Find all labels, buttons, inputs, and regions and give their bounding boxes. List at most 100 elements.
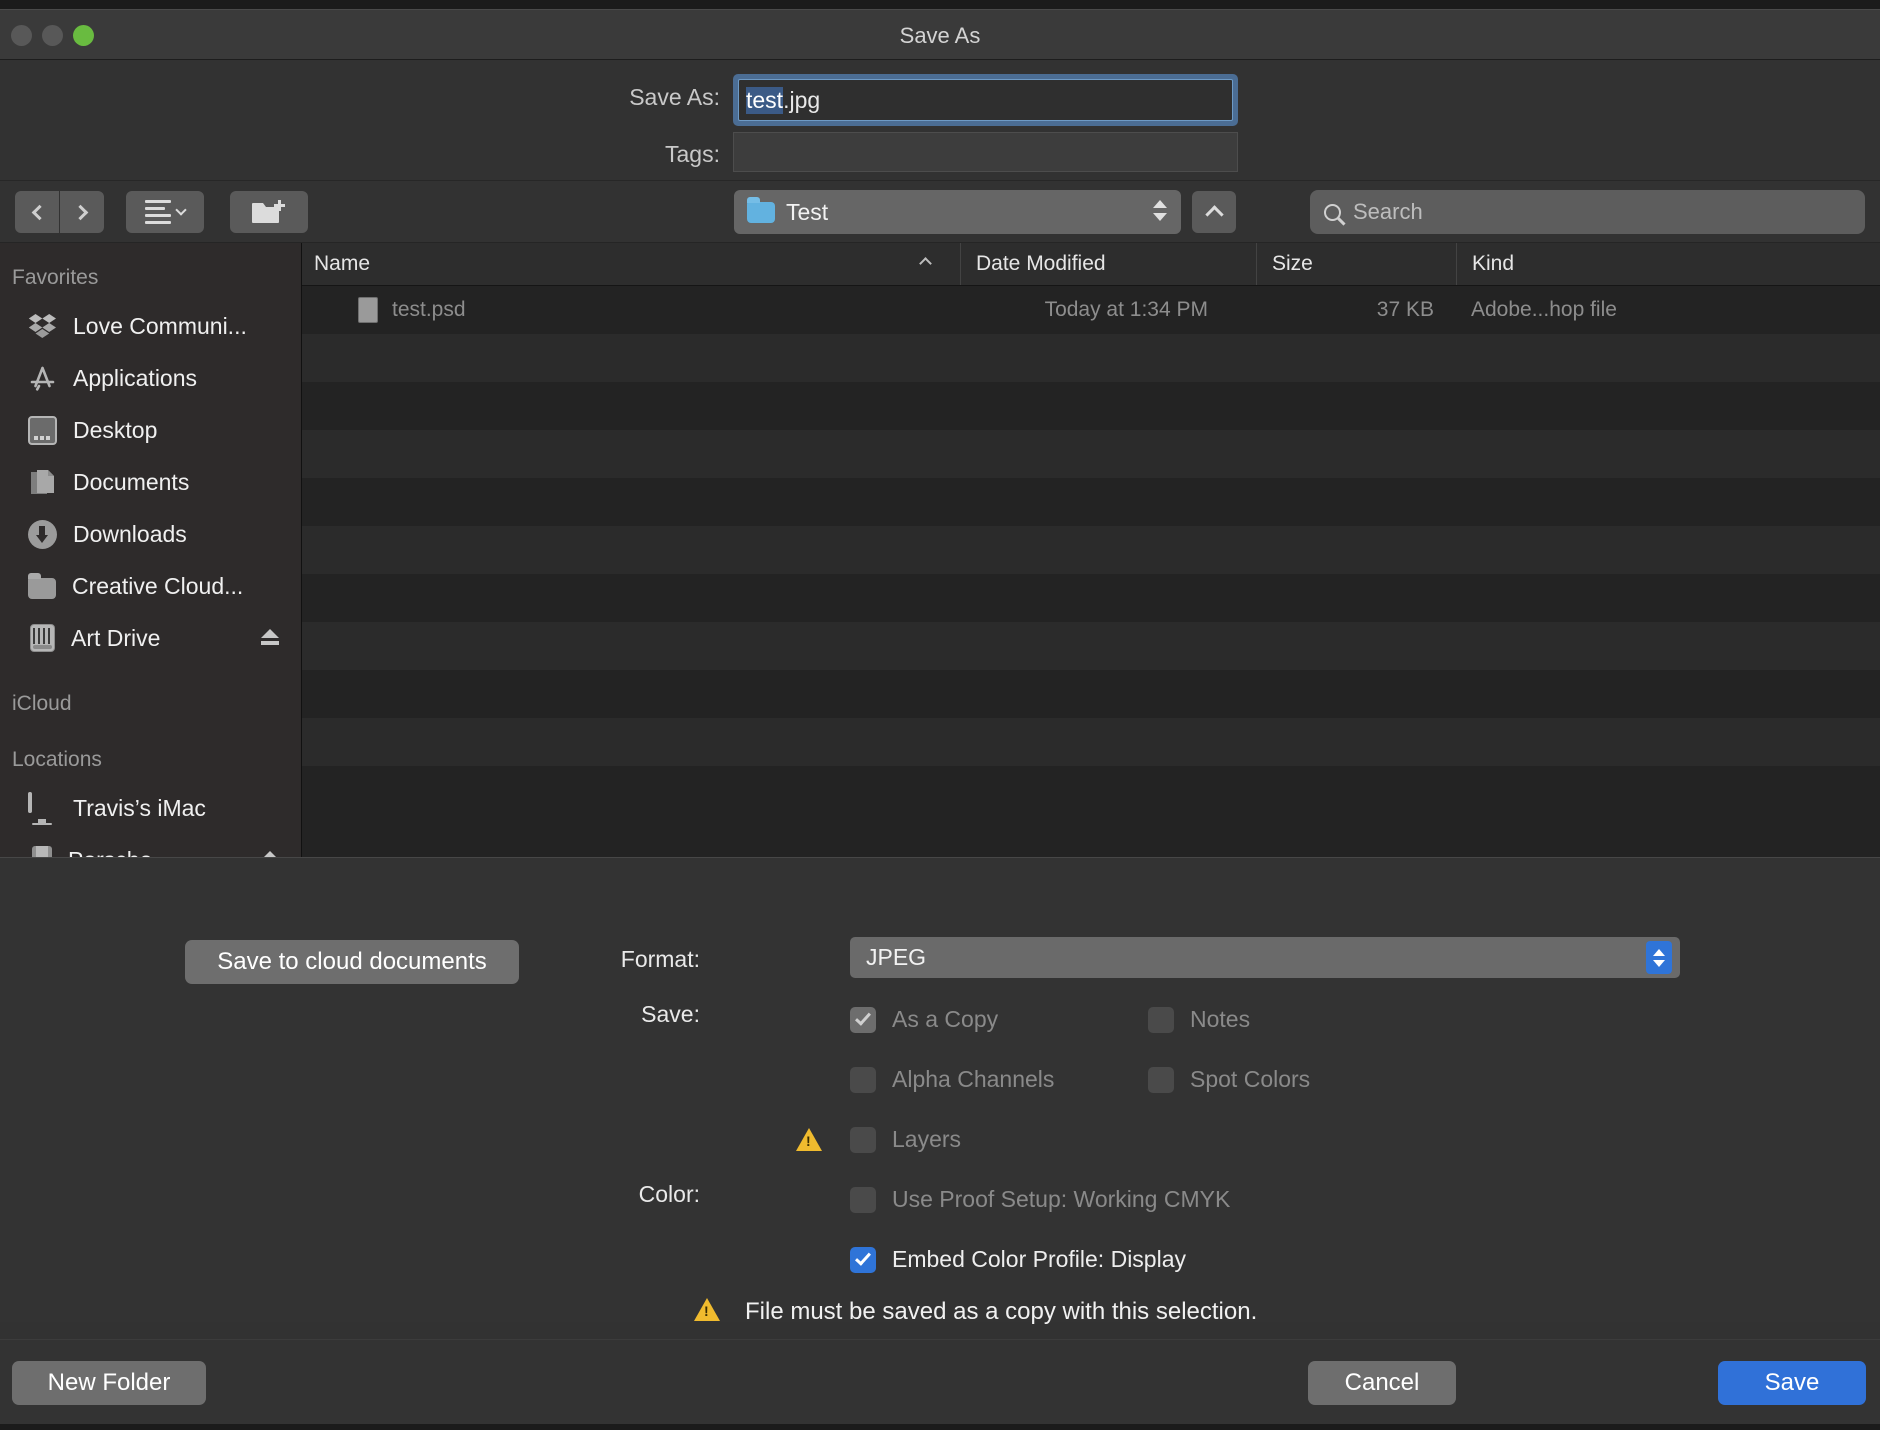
- documents-icon: [28, 468, 57, 497]
- new-folder-toolbar-button[interactable]: [230, 191, 308, 233]
- checkbox-label: Embed Color Profile: Display: [892, 1246, 1187, 1272]
- sidebar-item-downloads[interactable]: Downloads: [0, 508, 301, 560]
- checkbox-box[interactable]: [850, 1006, 876, 1033]
- save-to-cloud-documents-button[interactable]: Save to cloud documents: [185, 940, 519, 984]
- app-store-icon: [28, 364, 57, 393]
- sidebar-item-label: Art Drive: [71, 624, 161, 651]
- sidebar-item-dropbox[interactable]: Love Communi...: [0, 300, 301, 352]
- column-header-name[interactable]: Name: [302, 243, 960, 285]
- checkbox-embed-color-profile[interactable]: Embed Color Profile: Display: [850, 1246, 1186, 1273]
- table-row-empty: [302, 622, 1880, 670]
- format-label: Format:: [620, 946, 700, 972]
- format-stepper-icon[interactable]: [1646, 941, 1672, 974]
- table-row-empty: [302, 334, 1880, 382]
- save-as-label: Save As:: [629, 84, 720, 110]
- dialog-footer: New Folder Cancel Save: [0, 1339, 1880, 1424]
- sidebar-item-creative-cloud[interactable]: Creative Cloud...: [0, 560, 301, 612]
- checkbox-box[interactable]: [850, 1246, 876, 1273]
- view-options-button[interactable]: [126, 191, 204, 233]
- blue-folder-icon: [747, 196, 775, 223]
- current-folder-label: Test: [786, 198, 829, 225]
- eject-icon[interactable]: [261, 629, 279, 645]
- imac-icon: [28, 791, 57, 825]
- file-name-cell: test.psd: [392, 298, 466, 321]
- save-options-label: Save:: [641, 1001, 700, 1027]
- search-icon: [1324, 203, 1341, 221]
- back-button[interactable]: [15, 191, 59, 233]
- forward-button[interactable]: [60, 191, 104, 233]
- checkbox-box[interactable]: [1148, 1006, 1174, 1033]
- sidebar-item-art-drive[interactable]: Art Drive: [0, 612, 301, 664]
- cancel-button[interactable]: Cancel: [1308, 1361, 1456, 1405]
- warning-message: File must be saved as a copy with this s…: [745, 1298, 1258, 1325]
- sidebar-item-travis-imac[interactable]: Travis’s iMac: [0, 782, 301, 834]
- sidebar-section-locations: Locations: [12, 748, 102, 771]
- file-date-cell: Today at 1:34 PM: [1044, 298, 1208, 321]
- psd-file-icon: [358, 297, 378, 323]
- sidebar-item-label: Love Communi...: [73, 312, 247, 339]
- checkbox-spot-colors[interactable]: Spot Colors: [1148, 1066, 1310, 1093]
- color-options-label: Color:: [638, 1181, 700, 1207]
- tags-input[interactable]: [733, 132, 1238, 172]
- new-folder-button[interactable]: New Folder: [12, 1361, 206, 1405]
- checkbox-box[interactable]: [850, 1186, 876, 1213]
- file-list[interactable]: Name Date Modified Size Kind test.psd To…: [302, 243, 1880, 857]
- sort-ascending-caret: [919, 257, 932, 270]
- sidebar-item-applications[interactable]: Applications: [0, 352, 301, 404]
- go-up-button[interactable]: [1192, 191, 1236, 233]
- tags-label: Tags:: [665, 141, 720, 167]
- table-row[interactable]: test.psd Today at 1:34 PM 37 KB Adobe...…: [302, 286, 1880, 334]
- format-select[interactable]: JPEG: [850, 937, 1680, 978]
- file-browser: Favorites Love Communi... Applications D…: [0, 243, 1880, 857]
- checkbox-use-proof-setup[interactable]: Use Proof Setup: Working CMYK: [850, 1186, 1230, 1213]
- table-row-empty: [302, 718, 1880, 766]
- checkbox-box[interactable]: [850, 1126, 876, 1153]
- sidebar[interactable]: Favorites Love Communi... Applications D…: [0, 243, 302, 857]
- folder-icon: [28, 572, 56, 599]
- checkbox-label: As a Copy: [892, 1006, 999, 1032]
- file-list-header: Name Date Modified Size Kind: [302, 243, 1880, 286]
- path-popup-button[interactable]: Test: [734, 190, 1181, 234]
- sidebar-item-porsche[interactable]: Porsche: [0, 834, 301, 857]
- table-row-empty: [302, 478, 1880, 526]
- file-name-input[interactable]: test .jpg: [738, 79, 1233, 121]
- sidebar-item-label: Porsche: [68, 847, 152, 858]
- sidebar-item-label: Creative Cloud...: [72, 572, 244, 599]
- chevron-right-icon: [72, 204, 88, 220]
- file-name-extension-text: .jpg: [783, 86, 821, 113]
- sidebar-item-label: Applications: [73, 364, 198, 391]
- table-row-empty: [302, 430, 1880, 478]
- checkbox-notes[interactable]: Notes: [1148, 1006, 1250, 1033]
- checkbox-box[interactable]: [850, 1066, 876, 1093]
- table-row-empty: [302, 670, 1880, 718]
- checkbox-alpha-channels[interactable]: Alpha Channels: [850, 1066, 1054, 1093]
- chevron-down-icon: [175, 204, 187, 216]
- path-stepper-icon: [1153, 200, 1167, 221]
- checkbox-label: Notes: [1190, 1006, 1251, 1032]
- sidebar-item-documents[interactable]: Documents: [0, 456, 301, 508]
- checkbox-label: Spot Colors: [1190, 1066, 1311, 1092]
- downloads-icon: [28, 519, 57, 549]
- column-header-kind[interactable]: Kind: [1456, 243, 1676, 285]
- sidebar-item-desktop[interactable]: Desktop: [0, 404, 301, 456]
- table-row-empty: [302, 766, 1880, 814]
- usb-drive-icon: [32, 845, 52, 857]
- format-value: JPEG: [866, 944, 927, 970]
- checkbox-layers[interactable]: Layers: [850, 1126, 961, 1153]
- checkbox-box[interactable]: [1148, 1066, 1174, 1093]
- column-header-size[interactable]: Size: [1256, 243, 1456, 285]
- save-button[interactable]: Save: [1718, 1361, 1866, 1405]
- file-kind-cell: Adobe...hop file: [1471, 298, 1617, 321]
- column-header-date-modified[interactable]: Date Modified: [960, 243, 1256, 285]
- window-title: Save As: [899, 23, 981, 48]
- table-row-empty: [302, 382, 1880, 430]
- search-input[interactable]: Search: [1310, 190, 1865, 234]
- table-row-empty: [302, 574, 1880, 622]
- checkbox-as-a-copy[interactable]: As a Copy: [850, 1006, 998, 1033]
- save-as-dialog-window: Save As Save As: test .jpg Tags: Test Se…: [0, 9, 1880, 1424]
- hard-drive-icon: [30, 624, 55, 652]
- checkbox-label: Alpha Channels: [892, 1066, 1055, 1092]
- new-folder-icon: [252, 200, 285, 223]
- desktop-icon: [28, 415, 57, 445]
- sidebar-item-label: Documents: [73, 468, 190, 495]
